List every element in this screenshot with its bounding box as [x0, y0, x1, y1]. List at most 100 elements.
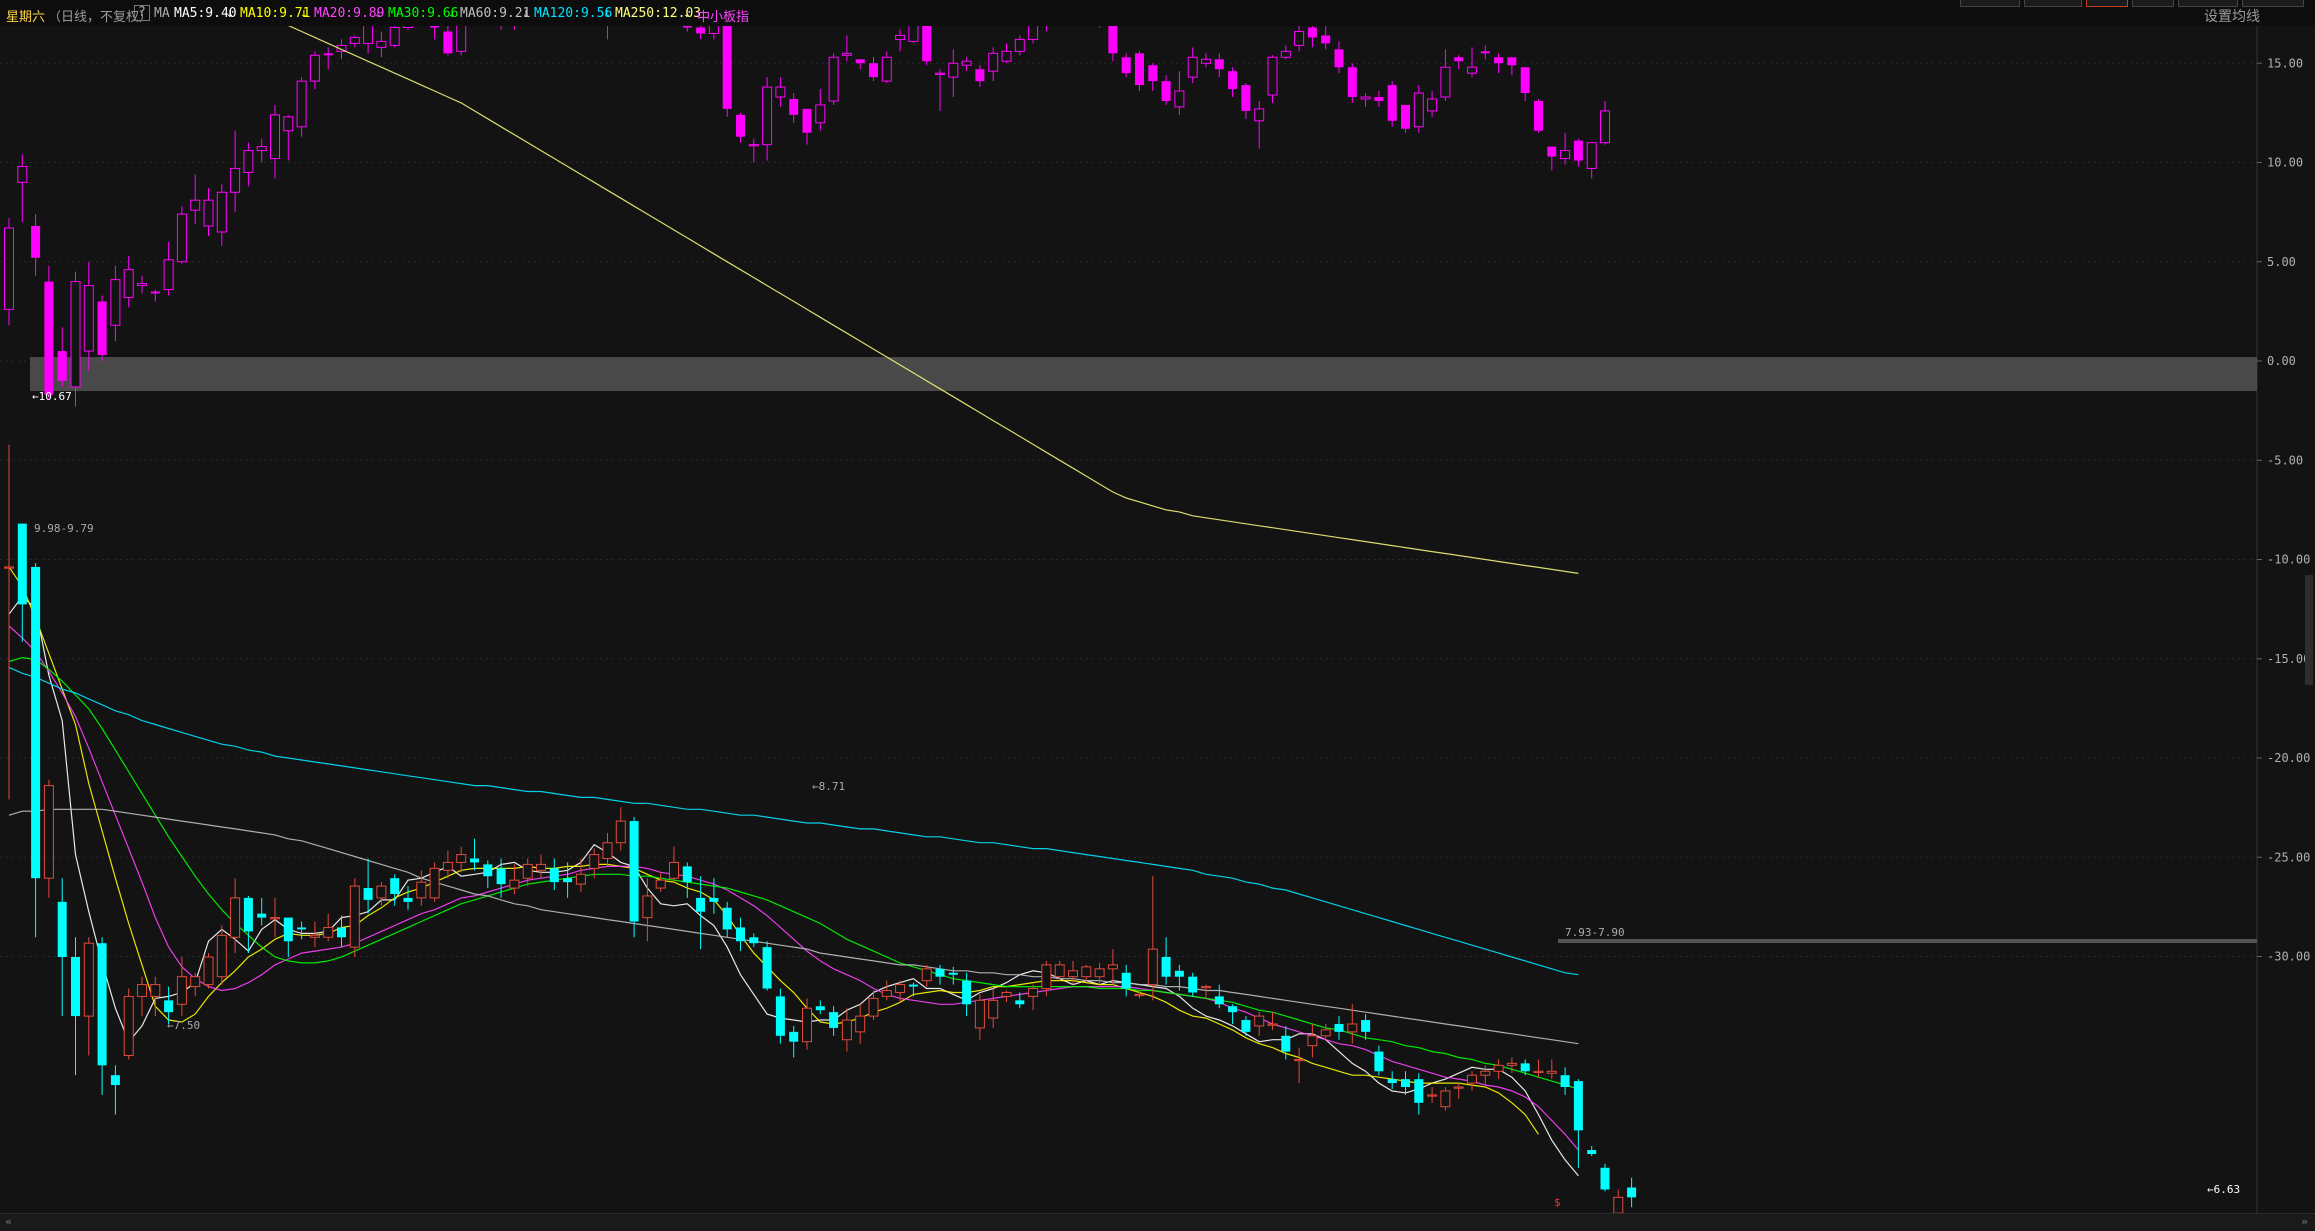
stock-candle-body [203, 956, 214, 986]
index-candle-body [1467, 66, 1477, 74]
stock-candle-body [509, 879, 520, 889]
chart-header-bar: 星期六 （日线，不复权） ? MA MA5:9.40 ↓ MA10:9.71 ↓… [0, 0, 2315, 27]
index-candle-body [163, 259, 174, 291]
toolbar-tab-3[interactable] [2086, 0, 2128, 7]
index-candle-body [123, 269, 134, 298]
index-candle-body [1148, 65, 1158, 82]
index-candle-body [296, 80, 307, 128]
stock-candle-body [1214, 996, 1224, 1005]
help-button[interactable]: ? [134, 5, 150, 21]
ma250-arrow-icon: ↓ [683, 6, 691, 21]
toolbar-tab-4[interactable] [2132, 0, 2174, 7]
stock-candle-body [230, 897, 241, 938]
stock-candle-body [1161, 957, 1171, 977]
index-candle-body [430, 26, 440, 28]
stock-candle-body [563, 878, 573, 883]
index-candle-body [323, 53, 333, 56]
stock-candle-body [1347, 1023, 1358, 1033]
stock-candle-body [1600, 1167, 1610, 1190]
index-candle-body [1108, 26, 1118, 54]
stock-candle-body [190, 976, 201, 988]
stock-candle-body [669, 861, 679, 879]
stock-candle-body [283, 917, 293, 942]
index-candle-body [1280, 50, 1291, 58]
vertical-scroll-handle[interactable] [2305, 575, 2313, 685]
index-candle-body [283, 116, 294, 132]
stock-candle-body [376, 885, 387, 899]
stock-candle-body [1453, 1086, 1464, 1089]
scroll-left-icon[interactable]: « [2, 1215, 15, 1228]
index-candle-body [403, 26, 413, 29]
toolbar-tab-6[interactable] [2242, 0, 2304, 7]
index-candle-body [1494, 57, 1504, 64]
stock-candle-body [1573, 1081, 1583, 1131]
axis-tick-label: -15.00 [2267, 652, 2310, 666]
index-label[interactable]: 中小板指 [697, 6, 749, 25]
index-candle-body [443, 31, 453, 54]
index-candle-body [31, 226, 41, 258]
stock-candle-body [722, 907, 732, 930]
kline-chart[interactable]: 20.0015.0010.005.000.00-5.00-10.00-15.00… [0, 26, 2315, 1213]
index-candle-body [1560, 150, 1571, 160]
axis-tick-label: -5.00 [2267, 453, 2303, 467]
horizontal-scrollbar[interactable]: « » [0, 1213, 2315, 1231]
stock-candle-body [802, 1007, 812, 1043]
stock-candle-body [1134, 993, 1145, 997]
stock-candle-body [429, 867, 440, 899]
toolbar-tab-1[interactable] [1960, 0, 2020, 7]
stock-candle-body [390, 878, 400, 894]
stock-candle-body [1334, 1023, 1344, 1032]
toolbar-tab-5[interactable] [2178, 0, 2238, 7]
stock-candle-body [895, 984, 906, 993]
stock-candle-body [1094, 968, 1105, 978]
index-high-label: ←10.67 [32, 390, 72, 403]
stock-candle-body [1081, 966, 1092, 978]
stock-candle-body [297, 927, 307, 930]
stock-candle-body [1401, 1079, 1410, 1088]
stock-candle-body [881, 989, 892, 997]
index-candle-body [975, 69, 985, 82]
stock-candle-body [1307, 1035, 1318, 1047]
index-candle-body [456, 26, 467, 52]
ma-settings-dropdown[interactable]: 设置均线 [2204, 6, 2260, 26]
ma120-arrow-icon: ↓ [603, 6, 611, 21]
stock-candle-body [470, 858, 479, 863]
index-candle-body [1014, 38, 1025, 52]
stock-candle-body [483, 864, 493, 877]
stock-candle-body [1320, 1029, 1331, 1037]
stock-candle-body [1001, 991, 1012, 997]
scroll-right-icon[interactable]: » [2298, 1215, 2311, 1228]
index-candle-body [736, 114, 745, 137]
stock-candle-body [1560, 1075, 1570, 1088]
stock-name: 星期六 [6, 10, 46, 25]
stock-candle-body [309, 934, 320, 938]
stock-candle-body [815, 1006, 825, 1011]
index-candle-body [1254, 108, 1265, 122]
stock-candle-body [243, 897, 253, 932]
stock-candle-body [71, 957, 80, 1017]
index-candle-body [881, 56, 892, 82]
stock-candle-body [868, 997, 879, 1017]
stock-candle-body [110, 1075, 120, 1086]
index-candle-body [1135, 53, 1144, 86]
stock-candle-body [1440, 1090, 1451, 1108]
ma10-arrow-icon: ↓ [300, 6, 308, 21]
index-candle-body [1241, 85, 1251, 111]
index-candle-body [1586, 142, 1597, 169]
index-candle-body [1334, 49, 1344, 68]
index-candle-body [1307, 27, 1317, 38]
toolbar-tab-2[interactable] [2024, 0, 2082, 7]
stock-candle-body [1493, 1064, 1504, 1072]
ma60-value: MA60:9.21 [460, 6, 531, 21]
stock-candle-body [1520, 1063, 1530, 1072]
stock-candle-body [337, 927, 346, 938]
index-candle-body [895, 34, 906, 40]
stock-candle-body [323, 926, 334, 938]
stock-candle-body [522, 863, 533, 879]
stock-candle-body [123, 995, 134, 1057]
index-candle-body [841, 52, 852, 56]
stock-candle-body [216, 934, 227, 978]
index-candle-body [190, 199, 201, 211]
axis-tick-label: 15.00 [2267, 56, 2303, 70]
axis-tick-label: -20.00 [2267, 751, 2310, 765]
